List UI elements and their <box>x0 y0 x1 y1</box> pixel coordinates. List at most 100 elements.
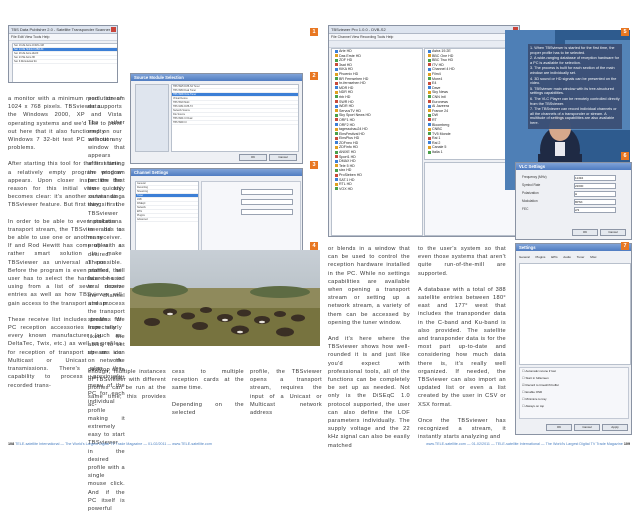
paragraph: enough, multiple instances of TBSviewer … <box>88 369 166 408</box>
frequency-label: Frequency (MHz) <box>522 175 547 179</box>
apply-button[interactable]: Apply <box>602 424 628 431</box>
channel-icon <box>335 123 338 127</box>
recording-settings-title: Settings <box>516 244 631 251</box>
option-checkbox[interactable]: ☑ Record to timeshift buffer <box>522 382 628 389</box>
tbsviewer-main-window-screenshot: TBSviewer Pro 1.0.0 - DVB-S2 File Channe… <box>328 25 520 237</box>
channel-icon <box>428 54 431 58</box>
vlc-settings-title: VLC Settings <box>516 163 631 170</box>
paragraph: cess to multiple reception cards at the … <box>172 369 244 392</box>
channel-icon <box>428 77 431 81</box>
settings-field[interactable] <box>241 209 293 215</box>
footer-right-text: www.TELE-satellite.com — 01-02/2011 — TE… <box>426 442 623 446</box>
modulation-label: Modulation <box>522 199 538 203</box>
source-module-sidebar <box>135 84 169 152</box>
channel-icon <box>428 118 431 122</box>
modulation-field[interactable]: 8PSK <box>574 199 616 205</box>
recording-options-panel: ☐ Automatic retune if lost ☐ Start in fu… <box>519 367 629 419</box>
settings-field[interactable] <box>241 189 293 195</box>
channel-icon <box>335 118 338 122</box>
polarization-field[interactable]: H <box>574 191 616 197</box>
tab-plugins[interactable]: Plugins <box>536 255 546 259</box>
channel-icon <box>428 127 431 131</box>
channel-icon <box>335 86 338 90</box>
text-column-3: enough, multiple instances of TBSviewer … <box>88 368 166 417</box>
channel-icon <box>335 164 338 168</box>
option-checkbox[interactable]: ☐ Start in fullscreen <box>522 375 628 382</box>
footer-right: www.TELE-satellite.com — 01-02/2011 — TE… <box>426 442 630 447</box>
channel-icon <box>428 104 431 108</box>
source-module-dialog-title: Source Module Selection <box>131 74 302 81</box>
channel-icon <box>335 63 338 67</box>
symbol-rate-field[interactable]: 22000 <box>574 183 616 189</box>
tab-tuner[interactable]: Tuner <box>577 255 585 259</box>
caption-4: 4. 3D sound or HD signals can be present… <box>530 76 617 86</box>
settings-field[interactable] <box>241 199 293 205</box>
fec-field[interactable]: 2/3 <box>574 207 616 213</box>
option-checkbox[interactable]: ☐ Automatic retune if lost <box>522 368 628 375</box>
channel-icon <box>335 67 338 71</box>
figure-captions-box: 1. When TBSviewer is started for the fir… <box>528 44 622 129</box>
caption-7: 7. The TBSviewer can record individual c… <box>530 107 617 125</box>
channel-icon <box>335 77 338 81</box>
scanner-window-menu: File Edit View Tools Help <box>9 34 117 41</box>
channel-icon <box>428 49 431 53</box>
option-checkbox[interactable]: ☐ Always on top <box>522 403 628 410</box>
channel-icon <box>335 54 338 58</box>
tbsviewer-toolbar <box>329 41 519 48</box>
channel-icon <box>335 104 338 108</box>
channel-tree-item[interactable]: VOX HD <box>332 187 422 192</box>
cancel-button[interactable]: Cancel <box>269 154 297 161</box>
text-column-5: profile, the TBSviewer opens a transport… <box>250 368 322 425</box>
satellite-row: Sat. 9.0E Eutelsat 9A <box>13 60 117 64</box>
channel-icon <box>428 109 431 113</box>
paragraph: And it's here where the TBSviewer shows … <box>328 336 410 449</box>
channel-settings-dialog-title: Channel Settings <box>131 169 302 176</box>
ok-button[interactable]: OK <box>239 154 267 161</box>
paragraph: A database with a total of 388 satellite… <box>418 286 506 408</box>
text-column-4: cess to multiple reception cards at the … <box>172 368 244 425</box>
caption-2: 2. A wide-ranging database of reception … <box>530 56 620 65</box>
fec-value: 2/3 <box>575 208 580 212</box>
cancel-button[interactable]: Cancel <box>574 424 600 431</box>
figure-badge-7: 7 <box>621 242 629 250</box>
channel-icon <box>428 100 431 104</box>
scanner-window-titlebar: TBS Data Publisher 2.0 - Satellite Trans… <box>9 26 117 34</box>
cancel-button[interactable]: Cancel <box>600 229 626 236</box>
recording-list <box>519 263 631 365</box>
channel-icon <box>428 58 431 62</box>
paragraph: profile, the TBSviewer opens a transport… <box>250 369 322 417</box>
channel-icon <box>428 136 431 140</box>
ok-button[interactable]: OK <box>572 229 598 236</box>
settings-row: Advanced <box>136 218 198 222</box>
channel-icon <box>335 109 338 113</box>
frequency-field[interactable]: 11494 <box>574 175 616 181</box>
paragraph: to the user's system so that even those … <box>418 246 506 277</box>
channel-icon <box>335 155 338 159</box>
channel-icon <box>335 173 338 177</box>
channel-icon <box>428 123 431 127</box>
channel-tree: Arte HD Das Erste HD ZDF HD 3sat HD KiKA HD P… <box>331 48 423 236</box>
savanna-picture <box>130 250 320 346</box>
text-column-6: or blends in a window that can be used t… <box>328 245 410 458</box>
channel-icon <box>428 132 431 136</box>
channel-icon <box>428 113 431 117</box>
ok-button[interactable]: OK <box>546 424 572 431</box>
figure-badge-4: 4 <box>310 242 318 250</box>
polarization-label: Polarization <box>522 191 539 195</box>
symbol-rate-label: Symbol Rate <box>522 183 541 187</box>
option-checkbox[interactable]: ☐ Enable OSD <box>522 389 628 396</box>
polarization-value: H <box>575 192 578 196</box>
option-checkbox[interactable]: ☐ Minimize to tray <box>522 396 628 403</box>
fec-label: FEC <box>522 207 529 211</box>
page-number-left: 108 <box>8 442 15 446</box>
tab-misc[interactable]: Misc <box>590 255 596 259</box>
channel-icon <box>428 95 431 99</box>
tbsviewer-titlebar: TBSviewer Pro 1.0.0 - DVB-S2 <box>329 26 519 34</box>
paragraph: The rather empty selection window that a… <box>88 120 125 512</box>
channel-icon <box>335 100 338 104</box>
channel-icon <box>335 168 338 172</box>
tab-epg[interactable]: EPG <box>551 255 557 259</box>
tab-audio[interactable]: Audio <box>563 255 571 259</box>
channel-icon <box>335 178 338 182</box>
tab-general[interactable]: General <box>519 255 530 259</box>
